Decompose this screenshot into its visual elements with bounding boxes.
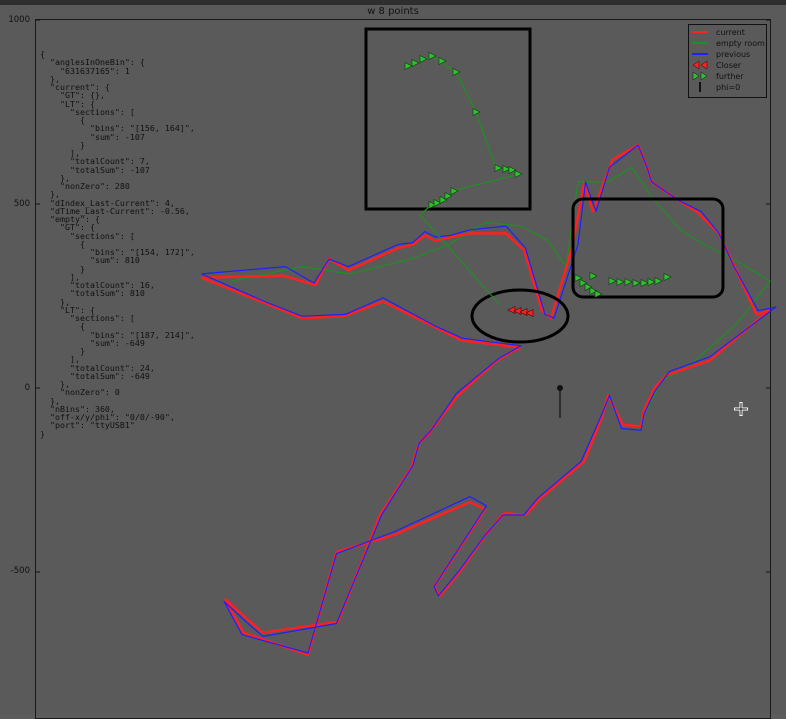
highlight-ellipse [470, 288, 570, 344]
legend-item-current: current [692, 27, 745, 37]
further-marker [624, 278, 633, 286]
legend-item-closer: Closer [692, 60, 741, 70]
legend-label: previous [716, 49, 751, 59]
triangle-left-icon [692, 60, 708, 70]
legend-item-empty-room: empty room [692, 38, 765, 48]
series-line-current [201, 143, 770, 657]
further-marker [514, 170, 523, 178]
legend-item-previous: previous [692, 49, 750, 59]
legend-label: further [716, 71, 744, 81]
further-marker [647, 278, 656, 286]
crosshair-cursor-icon [734, 402, 748, 416]
further-marker [452, 68, 461, 76]
overlay-text-line: } [40, 428, 45, 439]
overlay-text-line: "nonZero": 280 [40, 181, 130, 191]
overlay-text-line: "nonZero": 0 [40, 387, 120, 398]
further-marker [450, 187, 459, 195]
legend-label: phi=0 [716, 82, 741, 92]
legend-label: empty room [716, 38, 765, 48]
legend-label: current [716, 27, 745, 37]
closer-marker [507, 306, 516, 314]
further-marker [608, 277, 617, 285]
origin-dot [557, 385, 563, 391]
further-marker [663, 273, 672, 281]
overlay-text-line: "631637165": 1 [40, 65, 130, 76]
legend-item-further: further [692, 71, 744, 81]
triangle-right-icon [692, 71, 708, 81]
series-line-empty-room [229, 166, 771, 411]
further-marker [632, 279, 641, 287]
further-marker [654, 277, 663, 285]
inset-box-further [364, 27, 532, 211]
legend: current empty room previous Closer furth… [688, 24, 767, 98]
further-marker [589, 272, 598, 280]
legend-item-phi0: phi=0 [692, 82, 740, 92]
further-marker [640, 279, 649, 287]
legend-label: Closer [716, 60, 742, 70]
further-marker [411, 59, 420, 67]
further-marker [616, 278, 625, 286]
plot-window: w 8 points 1000 500 0 -500 { "anglesInOn… [0, 0, 786, 719]
further-marker [419, 55, 428, 63]
overlay-json-text: { "anglesInOneBin": { "631637165": 1 }, … [40, 50, 195, 438]
series-line-previous [201, 144, 777, 654]
further-track-line [406, 55, 521, 306]
overlay-text-line: "port": "ttyUSB1" [40, 420, 135, 431]
further-marker [404, 62, 413, 70]
further-marker [494, 164, 503, 172]
